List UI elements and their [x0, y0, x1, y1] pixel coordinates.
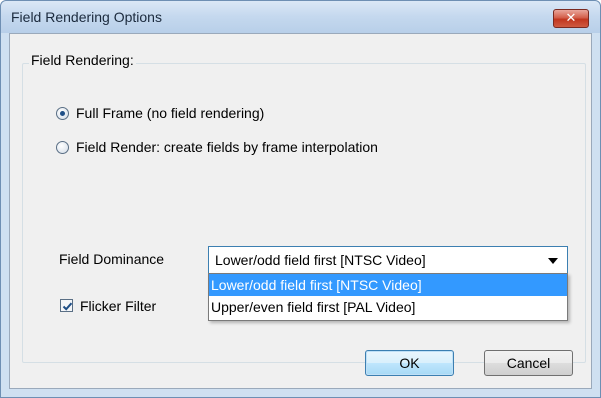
close-icon: ✕ — [565, 11, 577, 26]
field-dominance-label: Field Dominance — [59, 251, 165, 267]
flicker-filter-option[interactable]: Flicker Filter — [60, 298, 210, 315]
field-render-label: Field Render: create fields by frame int… — [76, 139, 378, 155]
field-dominance-select[interactable]: Lower/odd field first [NTSC Video] — [208, 246, 568, 274]
flicker-filter-label: Flicker Filter — [80, 298, 157, 314]
checkmark-icon — [62, 302, 73, 311]
full-frame-label: Full Frame (no field rendering) — [76, 105, 265, 121]
field-dominance-dropdown: Lower/odd field first [NTSC Video] Upper… — [208, 273, 568, 321]
dropdown-option-pal[interactable]: Upper/even field first [PAL Video] — [209, 296, 567, 318]
field-dominance-value: Lower/odd field first [NTSC Video] — [215, 252, 426, 268]
ok-button[interactable]: OK — [365, 350, 454, 376]
flicker-filter-checkbox[interactable] — [60, 299, 73, 312]
group-legend: Field Rendering: — [29, 52, 136, 68]
dropdown-option-ntsc[interactable]: Lower/odd field first [NTSC Video] — [209, 274, 567, 296]
dialog-window: Field Rendering Options ✕ Field Renderin… — [0, 0, 601, 398]
dialog-content: Field Rendering: Full Frame (no field re… — [9, 33, 592, 389]
field-render-option[interactable]: Field Render: create fields by frame int… — [56, 139, 378, 155]
full-frame-option[interactable]: Full Frame (no field rendering) — [56, 105, 264, 121]
full-frame-radio[interactable] — [56, 106, 69, 120]
close-button[interactable]: ✕ — [553, 9, 589, 28]
chevron-down-icon[interactable] — [548, 258, 558, 264]
field-render-radio[interactable] — [56, 140, 69, 154]
cancel-button[interactable]: Cancel — [484, 350, 573, 376]
title-bar[interactable]: Field Rendering Options ✕ — [1, 1, 600, 33]
window-title: Field Rendering Options — [11, 9, 162, 25]
